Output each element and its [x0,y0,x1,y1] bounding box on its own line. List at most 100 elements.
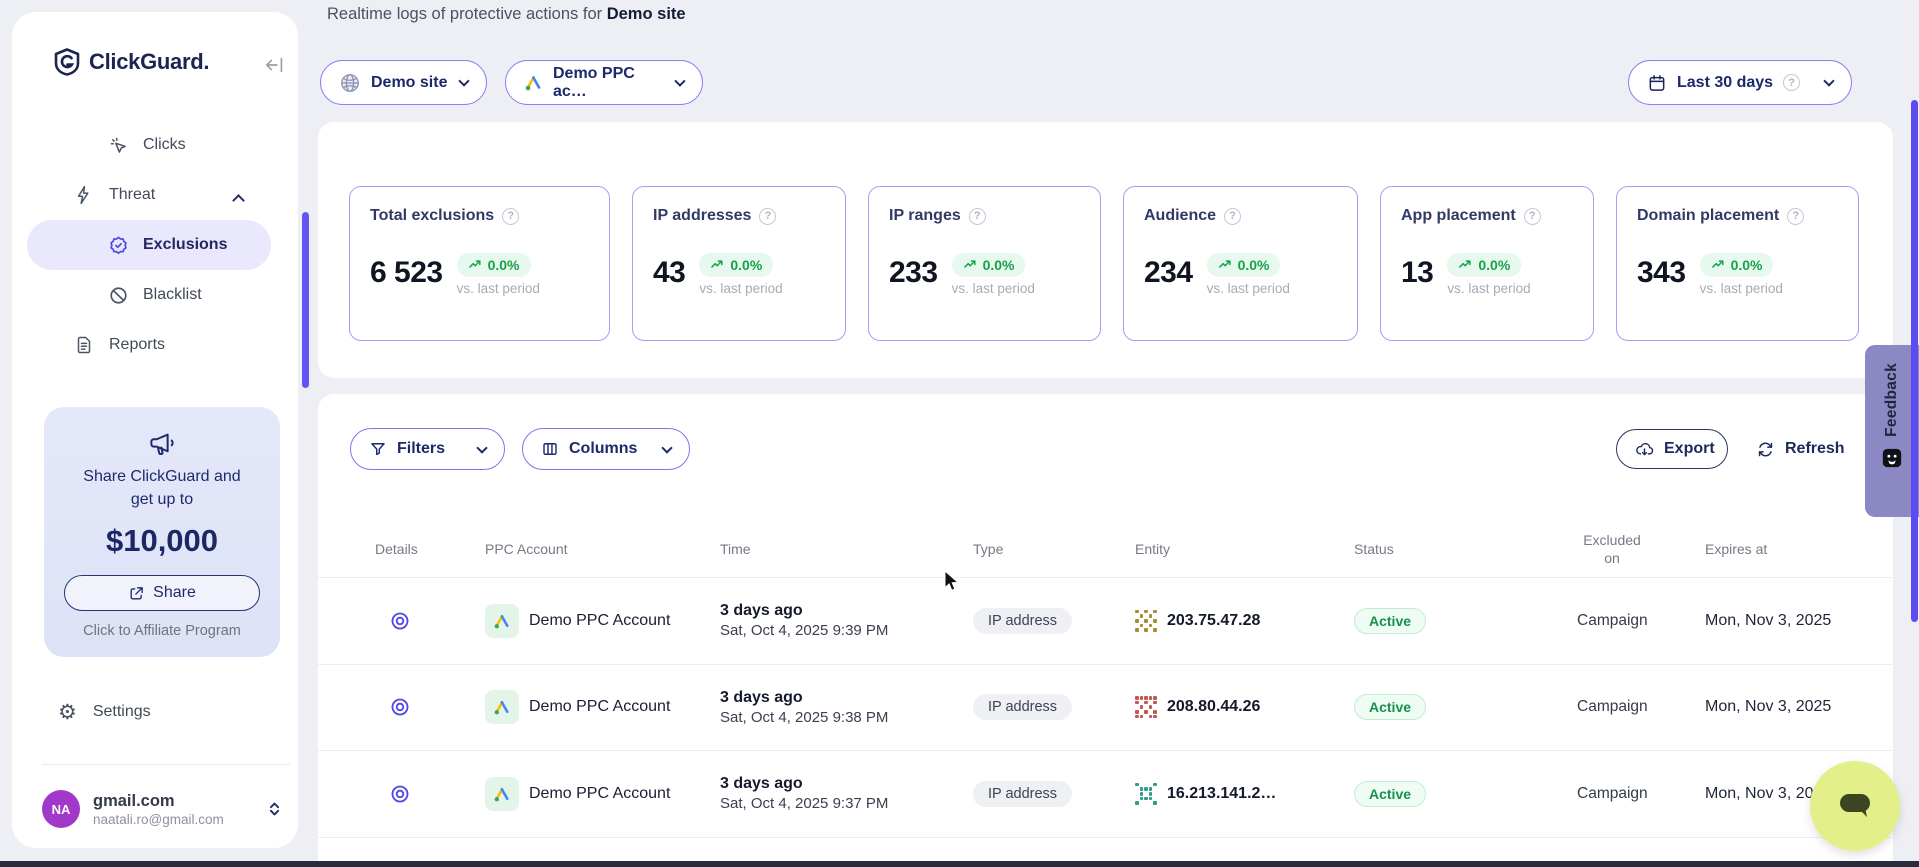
excluded-on-value: Campaign [1577,698,1705,716]
account-name: gmail.com [93,791,224,811]
trend-up-icon [468,258,482,272]
date-range-dropdown[interactable]: Last 30 days ? [1628,60,1852,105]
stat-label: IP ranges [889,207,961,225]
stat-label: App placement [1401,207,1516,225]
sidebar-item-label: Exclusions [143,236,227,254]
stat-card-domain-placement: Domain placement? 343 0.0% vs. last peri… [1616,186,1859,341]
export-label: Export [1664,440,1715,458]
external-link-icon [128,585,145,602]
sidebar-scrollbar-thumb[interactable] [302,212,309,388]
stat-card-ip-ranges: IP ranges? 233 0.0% vs. last period [868,186,1101,341]
chat-launcher-button[interactable] [1810,761,1900,851]
table-row: Demo PPC Account 3 days ago Sat, Oct 4, … [318,751,1893,838]
page-scrollbar-thumb[interactable] [1911,100,1918,622]
cloud-download-icon [1635,440,1654,459]
stat-card-total-exclusions: Total exclusions? 6 523 0.0% vs. last pe… [349,186,610,341]
sidebar-item-reports[interactable]: Reports [27,320,271,370]
share-button-label: Share [153,584,196,602]
ppc-account-selector-dropdown[interactable]: Demo PPC ac… [505,60,703,105]
subtitle-prefix: Realtime logs of protective actions for [327,5,607,23]
stat-change: 0.0% [1731,257,1763,273]
sidebar-collapse-icon[interactable] [264,54,286,76]
google-ads-icon [485,777,519,811]
site-selector-dropdown[interactable]: Demo site [320,60,487,105]
entity-value: 16.213.141.2… [1167,785,1276,803]
stat-label: Total exclusions [370,207,494,225]
stat-subtext: vs. last period [1207,281,1290,296]
sidebar-item-blacklist[interactable]: Blacklist [27,270,271,320]
stat-value: 233 [889,253,938,293]
entity-identicon [1135,610,1157,632]
view-details-eye-icon[interactable] [389,696,411,718]
funnel-icon [369,440,387,458]
expires-at-value: Mon, Nov 3, 2025 [1705,698,1893,716]
type-badge: IP address [973,608,1072,634]
entity-value: 203.75.47.28 [1167,612,1260,630]
google-ads-icon [485,690,519,724]
help-icon[interactable]: ? [759,208,776,225]
account-email: naatali.ro@gmail.com [93,811,224,828]
export-button[interactable]: Export [1616,429,1728,469]
stat-change: 0.0% [1238,257,1270,273]
clickguard-app: ClickGuard. Clicks Threat [0,0,1919,867]
chevron-down-icon [675,75,686,86]
chevron-down-icon [476,442,487,453]
subtitle-site-name: Demo site [607,5,686,23]
bottom-edge [0,861,1919,867]
sidebar-item-exclusions[interactable]: Exclusions [27,220,271,270]
time-relative: 3 days ago [720,773,973,794]
ppc-account-name: Demo PPC Account [529,785,670,803]
account-switcher[interactable]: NA gmail.com naatali.ro@gmail.com [42,790,282,828]
sidebar-item-settings[interactable]: ⚙ Settings [12,687,298,737]
sidebar-item-threat[interactable]: Threat [27,170,271,220]
affiliate-link[interactable]: Click to Affiliate Program [44,623,280,639]
globe-icon [339,72,361,94]
promo-amount: $10,000 [44,523,280,559]
refresh-button[interactable]: Refresh [1748,429,1853,469]
cursor-click-icon [107,135,129,156]
excluded-on-value: Campaign [1577,785,1705,803]
help-icon[interactable]: ? [502,208,519,225]
help-icon: ? [1783,74,1800,91]
date-range-label: Last 30 days [1677,74,1773,92]
stat-change: 0.0% [983,257,1015,273]
help-icon[interactable]: ? [1787,208,1804,225]
expires-at-value: Mon, Nov 3, 2025 [1705,612,1893,630]
stat-value: 6 523 [370,253,443,293]
view-details-eye-icon[interactable] [389,610,411,632]
share-button[interactable]: Share [64,575,260,611]
calendar-icon [1647,73,1667,93]
columns-label: Columns [569,440,637,458]
stat-value: 234 [1144,253,1193,293]
stat-label: Audience [1144,207,1216,225]
clickguard-logo-icon [54,48,80,76]
filters-dropdown[interactable]: Filters [350,428,505,470]
trend-up-icon [1458,258,1472,272]
entity-identicon [1135,696,1157,718]
view-details-eye-icon[interactable] [389,783,411,805]
ppc-selector-label: Demo PPC ac… [553,65,666,101]
column-header-entity: Entity [1135,540,1354,558]
help-icon[interactable]: ? [1524,208,1541,225]
sidebar-item-label: Blacklist [143,286,202,304]
column-header-status: Status [1354,540,1577,558]
chevron-up-icon [232,194,245,207]
stat-change: 0.0% [488,257,520,273]
column-header-ppc-account: PPC Account [485,540,720,558]
table-row: Demo PPC Account 3 days ago Sat, Oct 4, … [318,578,1893,665]
time-full: Sat, Oct 4, 2025 9:38 PM [720,708,973,728]
stat-card-audience: Audience? 234 0.0% vs. last period [1123,186,1358,341]
sidebar-item-clicks[interactable]: Clicks [27,120,271,170]
google-ads-icon [524,73,543,92]
sidebar-item-label: Settings [93,703,151,721]
entity-value: 208.80.44.26 [1167,698,1260,716]
sidebar-item-label: Reports [109,336,165,354]
help-icon[interactable]: ? [1224,208,1241,225]
excluded-on-value: Campaign [1577,612,1705,630]
stat-subtext: vs. last period [1700,281,1783,296]
sidebar-item-label: Clicks [143,136,186,154]
ban-icon [107,285,129,306]
column-header-excluded-on: Excluded on [1577,531,1647,567]
columns-dropdown[interactable]: Columns [522,428,690,470]
help-icon[interactable]: ? [969,208,986,225]
